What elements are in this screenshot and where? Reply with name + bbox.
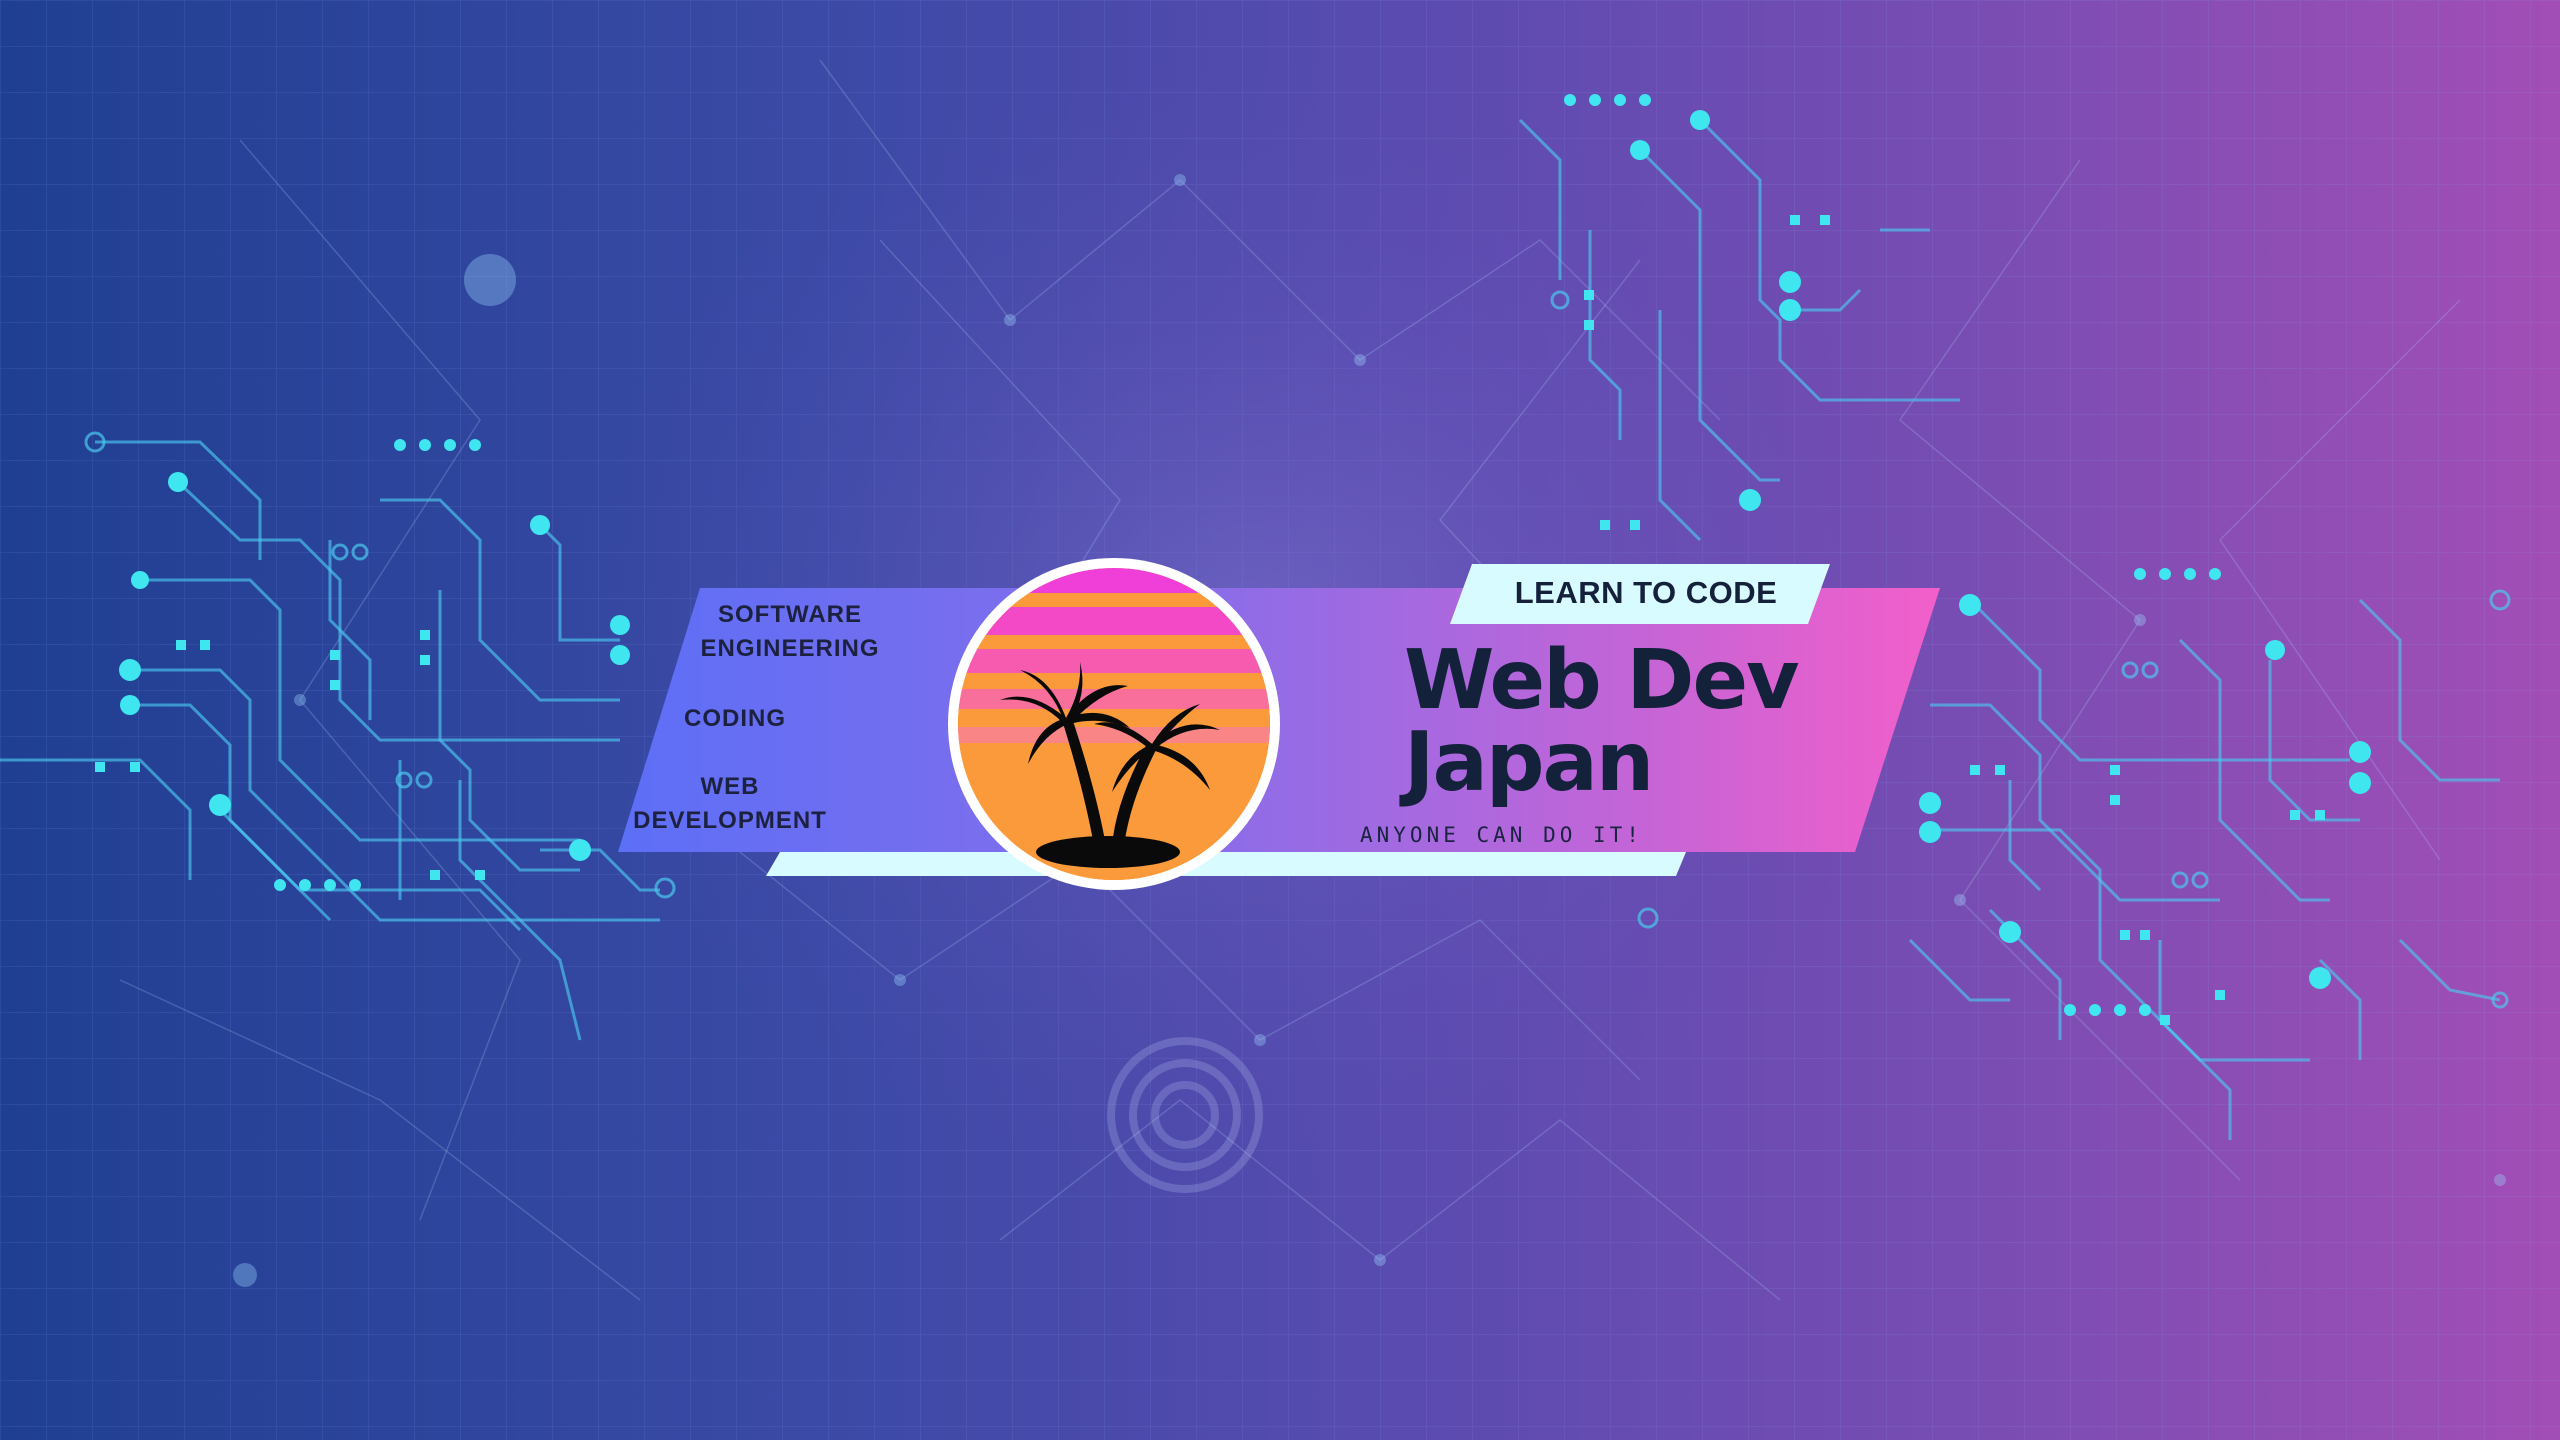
title-band — [618, 558, 1940, 890]
tag-coding: CODING — [684, 705, 786, 732]
channel-title-line2: Japan — [1404, 715, 1654, 810]
tag-software: SOFTWARE — [718, 601, 862, 628]
palm-tree-sunset-icon — [948, 558, 1280, 890]
tagline: ANYONE CAN DO IT! — [1360, 823, 1643, 847]
tag-development: DEVELOPMENT — [633, 807, 827, 834]
band-underline — [766, 852, 1686, 876]
channel-title-line1: Web Dev — [1404, 633, 1800, 728]
learn-to-code-label: LEARN TO CODE — [1514, 575, 1778, 610]
channel-banner: SOFTWARE ENGINEERING CODING WEB DEVELOPM… — [0, 0, 2560, 1440]
tag-web: WEB — [700, 773, 760, 800]
tag-engineering: ENGINEERING — [700, 635, 880, 662]
